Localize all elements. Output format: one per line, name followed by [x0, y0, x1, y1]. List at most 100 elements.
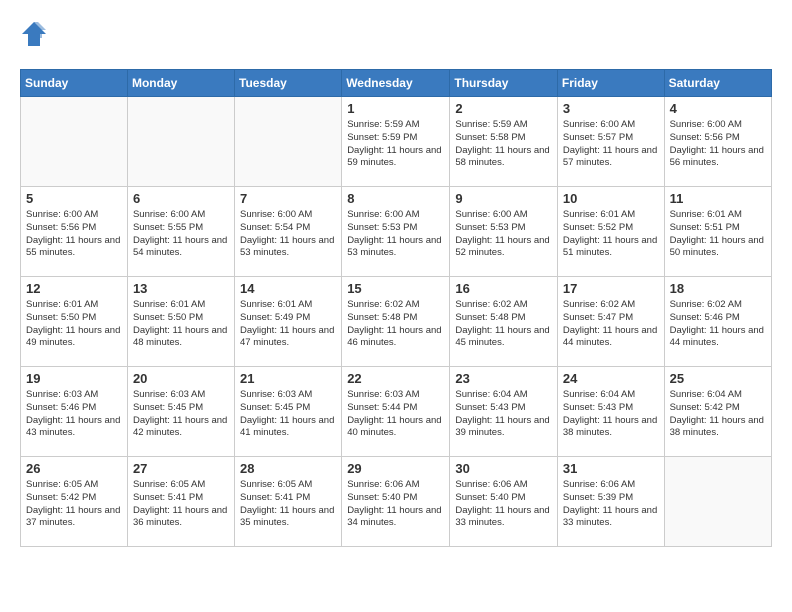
calendar-header-row: SundayMondayTuesdayWednesdayThursdayFrid… — [21, 70, 772, 97]
cell-daylight-info: Sunrise: 6:01 AM Sunset: 5:52 PM Dayligh… — [563, 209, 659, 260]
calendar-cell: 7 Sunrise: 6:00 AM Sunset: 5:54 PM Daylig… — [235, 187, 342, 277]
calendar-week-2: 5 Sunrise: 6:00 AM Sunset: 5:56 PM Daylig… — [21, 187, 772, 277]
cell-daylight-info: Sunrise: 6:06 AM Sunset: 5:39 PM Dayligh… — [563, 479, 659, 530]
weekday-header-friday: Friday — [557, 70, 664, 97]
cell-daylight-info: Sunrise: 6:01 AM Sunset: 5:49 PM Dayligh… — [240, 299, 336, 350]
calendar-cell: 15 Sunrise: 6:02 AM Sunset: 5:48 PM Dayli… — [342, 277, 450, 367]
cell-daylight-info: Sunrise: 6:00 AM Sunset: 5:53 PM Dayligh… — [455, 209, 552, 260]
calendar-cell: 11 Sunrise: 6:01 AM Sunset: 5:51 PM Dayli… — [664, 187, 771, 277]
day-number: 22 — [347, 371, 444, 386]
day-number: 27 — [133, 461, 229, 476]
weekday-header-wednesday: Wednesday — [342, 70, 450, 97]
calendar-week-4: 19 Sunrise: 6:03 AM Sunset: 5:46 PM Dayli… — [21, 367, 772, 457]
calendar-cell: 5 Sunrise: 6:00 AM Sunset: 5:56 PM Daylig… — [21, 187, 128, 277]
cell-daylight-info: Sunrise: 6:01 AM Sunset: 5:50 PM Dayligh… — [133, 299, 229, 350]
cell-daylight-info: Sunrise: 6:02 AM Sunset: 5:46 PM Dayligh… — [670, 299, 766, 350]
cell-daylight-info: Sunrise: 6:04 AM Sunset: 5:42 PM Dayligh… — [670, 389, 766, 440]
cell-daylight-info: Sunrise: 6:03 AM Sunset: 5:46 PM Dayligh… — [26, 389, 122, 440]
day-number: 19 — [26, 371, 122, 386]
cell-daylight-info: Sunrise: 6:00 AM Sunset: 5:56 PM Dayligh… — [26, 209, 122, 260]
day-number: 16 — [455, 281, 552, 296]
logo — [20, 20, 52, 53]
day-number: 13 — [133, 281, 229, 296]
calendar-cell: 16 Sunrise: 6:02 AM Sunset: 5:48 PM Dayli… — [450, 277, 558, 367]
calendar-cell — [127, 97, 234, 187]
day-number: 25 — [670, 371, 766, 386]
calendar-cell: 14 Sunrise: 6:01 AM Sunset: 5:49 PM Dayli… — [235, 277, 342, 367]
calendar-cell: 3 Sunrise: 6:00 AM Sunset: 5:57 PM Daylig… — [557, 97, 664, 187]
day-number: 31 — [563, 461, 659, 476]
cell-daylight-info: Sunrise: 6:01 AM Sunset: 5:51 PM Dayligh… — [670, 209, 766, 260]
calendar-cell: 20Sunrise: 6:03 AM Sunset: 5:45 PM Dayli… — [127, 367, 234, 457]
day-number: 1 — [347, 101, 444, 116]
weekday-header-tuesday: Tuesday — [235, 70, 342, 97]
calendar-cell: 17Sunrise: 6:02 AM Sunset: 5:47 PM Dayli… — [557, 277, 664, 367]
cell-daylight-info: Sunrise: 6:00 AM Sunset: 5:55 PM Dayligh… — [133, 209, 229, 260]
cell-daylight-info: Sunrise: 6:02 AM Sunset: 5:47 PM Dayligh… — [563, 299, 659, 350]
calendar-cell: 29 Sunrise: 6:06 AM Sunset: 5:40 PM Dayli… — [342, 457, 450, 547]
calendar-table: SundayMondayTuesdayWednesdayThursdayFrid… — [20, 69, 772, 547]
cell-daylight-info: Sunrise: 6:04 AM Sunset: 5:43 PM Dayligh… — [563, 389, 659, 440]
cell-daylight-info: Sunrise: 6:03 AM Sunset: 5:45 PM Dayligh… — [240, 389, 336, 440]
calendar-week-1: 1Sunrise: 5:59 AM Sunset: 5:59 PM Daylig… — [21, 97, 772, 187]
day-number: 29 — [347, 461, 444, 476]
cell-daylight-info: Sunrise: 6:03 AM Sunset: 5:45 PM Dayligh… — [133, 389, 229, 440]
cell-daylight-info: Sunrise: 5:59 AM Sunset: 5:58 PM Dayligh… — [455, 119, 552, 170]
calendar-cell: 23Sunrise: 6:04 AM Sunset: 5:43 PM Dayli… — [450, 367, 558, 457]
cell-daylight-info: Sunrise: 6:06 AM Sunset: 5:40 PM Dayligh… — [347, 479, 444, 530]
day-number: 2 — [455, 101, 552, 116]
cell-daylight-info: Sunrise: 6:02 AM Sunset: 5:48 PM Dayligh… — [347, 299, 444, 350]
calendar-cell: 13 Sunrise: 6:01 AM Sunset: 5:50 PM Dayli… — [127, 277, 234, 367]
calendar-week-3: 12 Sunrise: 6:01 AM Sunset: 5:50 PM Dayli… — [21, 277, 772, 367]
day-number: 4 — [670, 101, 766, 116]
cell-daylight-info: Sunrise: 6:06 AM Sunset: 5:40 PM Dayligh… — [455, 479, 552, 530]
calendar-cell: 25 Sunrise: 6:04 AM Sunset: 5:42 PM Dayli… — [664, 367, 771, 457]
cell-daylight-info: Sunrise: 6:01 AM Sunset: 5:50 PM Dayligh… — [26, 299, 122, 350]
day-number: 5 — [26, 191, 122, 206]
cell-daylight-info: Sunrise: 6:00 AM Sunset: 5:56 PM Dayligh… — [670, 119, 766, 170]
calendar-cell — [21, 97, 128, 187]
calendar-cell: 9Sunrise: 6:00 AM Sunset: 5:53 PM Daylig… — [450, 187, 558, 277]
calendar-cell: 4 Sunrise: 6:00 AM Sunset: 5:56 PM Daylig… — [664, 97, 771, 187]
cell-daylight-info: Sunrise: 6:05 AM Sunset: 5:41 PM Dayligh… — [133, 479, 229, 530]
calendar-cell: 24 Sunrise: 6:04 AM Sunset: 5:43 PM Dayli… — [557, 367, 664, 457]
calendar-cell: 31 Sunrise: 6:06 AM Sunset: 5:39 PM Dayli… — [557, 457, 664, 547]
calendar-cell: 19 Sunrise: 6:03 AM Sunset: 5:46 PM Dayli… — [21, 367, 128, 457]
cell-daylight-info: Sunrise: 6:05 AM Sunset: 5:41 PM Dayligh… — [240, 479, 336, 530]
weekday-header-sunday: Sunday — [21, 70, 128, 97]
weekday-header-monday: Monday — [127, 70, 234, 97]
calendar-cell: 26Sunrise: 6:05 AM Sunset: 5:42 PM Dayli… — [21, 457, 128, 547]
day-number: 24 — [563, 371, 659, 386]
cell-daylight-info: Sunrise: 6:00 AM Sunset: 5:54 PM Dayligh… — [240, 209, 336, 260]
calendar-cell: 10Sunrise: 6:01 AM Sunset: 5:52 PM Dayli… — [557, 187, 664, 277]
day-number: 12 — [26, 281, 122, 296]
day-number: 15 — [347, 281, 444, 296]
day-number: 28 — [240, 461, 336, 476]
weekday-header-thursday: Thursday — [450, 70, 558, 97]
calendar-cell: 27 Sunrise: 6:05 AM Sunset: 5:41 PM Dayli… — [127, 457, 234, 547]
day-number: 11 — [670, 191, 766, 206]
weekday-header-saturday: Saturday — [664, 70, 771, 97]
cell-daylight-info: Sunrise: 6:00 AM Sunset: 5:53 PM Dayligh… — [347, 209, 444, 260]
calendar-cell: 8Sunrise: 6:00 AM Sunset: 5:53 PM Daylig… — [342, 187, 450, 277]
cell-daylight-info: Sunrise: 6:02 AM Sunset: 5:48 PM Dayligh… — [455, 299, 552, 350]
calendar-cell: 1Sunrise: 5:59 AM Sunset: 5:59 PM Daylig… — [342, 97, 450, 187]
day-number: 18 — [670, 281, 766, 296]
cell-daylight-info: Sunrise: 6:05 AM Sunset: 5:42 PM Dayligh… — [26, 479, 122, 530]
calendar-week-5: 26Sunrise: 6:05 AM Sunset: 5:42 PM Dayli… — [21, 457, 772, 547]
calendar-cell: 18 Sunrise: 6:02 AM Sunset: 5:46 PM Dayli… — [664, 277, 771, 367]
day-number: 3 — [563, 101, 659, 116]
cell-daylight-info: Sunrise: 6:00 AM Sunset: 5:57 PM Dayligh… — [563, 119, 659, 170]
calendar-cell — [235, 97, 342, 187]
logo-icon — [20, 20, 48, 53]
calendar-cell: 30 Sunrise: 6:06 AM Sunset: 5:40 PM Dayli… — [450, 457, 558, 547]
cell-daylight-info: Sunrise: 6:04 AM Sunset: 5:43 PM Dayligh… — [455, 389, 552, 440]
day-number: 7 — [240, 191, 336, 206]
day-number: 30 — [455, 461, 552, 476]
cell-daylight-info: Sunrise: 6:03 AM Sunset: 5:44 PM Dayligh… — [347, 389, 444, 440]
calendar-cell: 2 Sunrise: 5:59 AM Sunset: 5:58 PM Daylig… — [450, 97, 558, 187]
day-number: 14 — [240, 281, 336, 296]
calendar-cell: 28 Sunrise: 6:05 AM Sunset: 5:41 PM Dayli… — [235, 457, 342, 547]
calendar-cell — [664, 457, 771, 547]
calendar-cell: 6Sunrise: 6:00 AM Sunset: 5:55 PM Daylig… — [127, 187, 234, 277]
